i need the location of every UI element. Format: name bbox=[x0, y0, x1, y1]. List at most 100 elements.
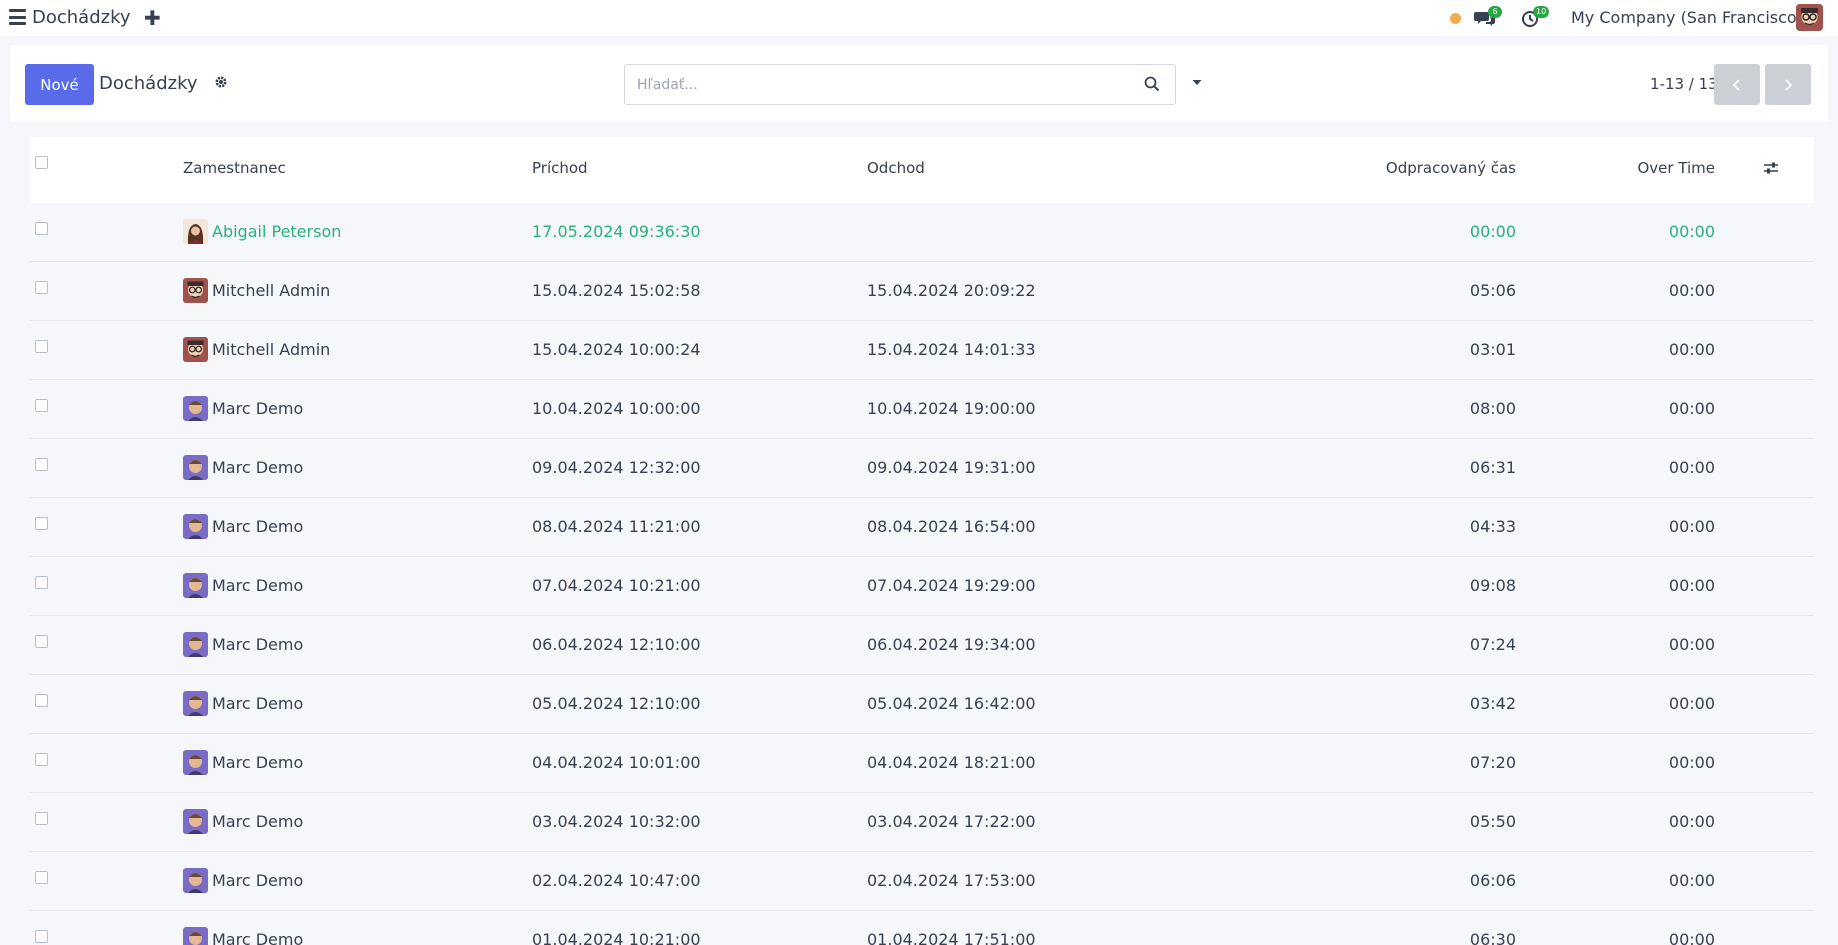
cell-worked-hours[interactable]: 07:20 bbox=[1470, 753, 1516, 772]
table-row[interactable]: Mitchell Admin 15.04.2024 15:02:58 15.04.2… bbox=[30, 262, 1814, 321]
header-worked-hours[interactable]: Odpracovaný čas bbox=[1386, 159, 1516, 177]
cell-check-out[interactable]: 01.04.2024 17:51:00 bbox=[867, 930, 1036, 945]
column-settings-icon[interactable] bbox=[1763, 160, 1779, 176]
cell-check-in[interactable]: 17.05.2024 09:36:30 bbox=[532, 222, 701, 241]
row-checkbox[interactable] bbox=[35, 281, 48, 294]
app-title[interactable]: Dochádzky bbox=[32, 7, 131, 28]
row-checkbox[interactable] bbox=[35, 340, 48, 353]
cell-employee[interactable]: Marc Demo bbox=[212, 812, 303, 831]
cell-worked-hours[interactable]: 08:00 bbox=[1470, 399, 1516, 418]
cell-worked-hours[interactable]: 03:01 bbox=[1470, 340, 1516, 359]
cell-check-out[interactable]: 09.04.2024 19:31:00 bbox=[867, 458, 1036, 477]
cell-check-in[interactable]: 05.04.2024 12:10:00 bbox=[532, 694, 701, 713]
cell-overtime[interactable]: 00:00 bbox=[1669, 930, 1715, 945]
cell-employee[interactable]: Abigail Peterson bbox=[212, 222, 341, 241]
table-row[interactable]: Marc Demo 06.04.2024 12:10:00 06.04.2024 1… bbox=[30, 616, 1814, 675]
cell-overtime[interactable]: 00:00 bbox=[1669, 222, 1715, 241]
table-row[interactable]: Marc Demo 09.04.2024 12:32:00 09.04.2024 1… bbox=[30, 439, 1814, 498]
table-row[interactable]: Marc Demo 04.04.2024 10:01:00 04.04.2024 1… bbox=[30, 734, 1814, 793]
table-row[interactable]: Marc Demo 07.04.2024 10:21:00 07.04.2024 1… bbox=[30, 557, 1814, 616]
cell-overtime[interactable]: 00:00 bbox=[1669, 694, 1715, 713]
cell-employee[interactable]: Marc Demo bbox=[212, 753, 303, 772]
cell-overtime[interactable]: 00:00 bbox=[1669, 812, 1715, 831]
new-button[interactable]: Nové bbox=[25, 64, 94, 105]
cell-employee[interactable]: Marc Demo bbox=[212, 635, 303, 654]
cell-employee[interactable]: Mitchell Admin bbox=[212, 281, 330, 300]
cell-overtime[interactable]: 00:00 bbox=[1669, 871, 1715, 890]
cell-overtime[interactable]: 00:00 bbox=[1669, 635, 1715, 654]
pager-next-button[interactable] bbox=[1765, 64, 1811, 105]
cell-check-out[interactable]: 07.04.2024 19:29:00 bbox=[867, 576, 1036, 595]
cell-employee[interactable]: Marc Demo bbox=[212, 871, 303, 890]
row-checkbox[interactable] bbox=[35, 812, 48, 825]
header-check-in[interactable]: Príchod bbox=[532, 159, 588, 177]
cell-worked-hours[interactable]: 04:33 bbox=[1470, 517, 1516, 536]
cell-check-out[interactable]: 15.04.2024 20:09:22 bbox=[867, 281, 1036, 300]
cell-employee[interactable]: Marc Demo bbox=[212, 399, 303, 418]
cell-check-out[interactable]: 03.04.2024 17:22:00 bbox=[867, 812, 1036, 831]
cell-overtime[interactable]: 00:00 bbox=[1669, 576, 1715, 595]
table-row[interactable]: Marc Demo 03.04.2024 10:32:00 03.04.2024 1… bbox=[30, 793, 1814, 852]
cell-check-in[interactable]: 08.04.2024 11:21:00 bbox=[532, 517, 701, 536]
cell-check-out[interactable]: 08.04.2024 16:54:00 bbox=[867, 517, 1036, 536]
table-row[interactable]: Mitchell Admin 15.04.2024 10:00:24 15.04.2… bbox=[30, 321, 1814, 380]
cell-check-in[interactable]: 02.04.2024 10:47:00 bbox=[532, 871, 701, 890]
cell-check-out[interactable]: 15.04.2024 14:01:33 bbox=[867, 340, 1036, 359]
cell-worked-hours[interactable]: 06:30 bbox=[1470, 930, 1516, 945]
cell-worked-hours[interactable]: 05:50 bbox=[1470, 812, 1516, 831]
search-input[interactable] bbox=[637, 74, 1117, 96]
header-employee[interactable]: Zamestnanec bbox=[183, 159, 286, 177]
row-checkbox[interactable] bbox=[35, 222, 48, 235]
cell-overtime[interactable]: 00:00 bbox=[1669, 399, 1715, 418]
row-checkbox[interactable] bbox=[35, 399, 48, 412]
table-row[interactable]: Marc Demo 08.04.2024 11:21:00 08.04.2024 1… bbox=[30, 498, 1814, 557]
table-row[interactable]: Abigail Peterson 17.05.2024 09:36:30 00:00… bbox=[30, 203, 1814, 262]
row-checkbox[interactable] bbox=[35, 871, 48, 884]
cell-check-in[interactable]: 15.04.2024 15:02:58 bbox=[532, 281, 701, 300]
cell-overtime[interactable]: 00:00 bbox=[1669, 753, 1715, 772]
cell-check-out[interactable]: 05.04.2024 16:42:00 bbox=[867, 694, 1036, 713]
row-checkbox[interactable] bbox=[35, 694, 48, 707]
row-checkbox[interactable] bbox=[35, 458, 48, 471]
cell-worked-hours[interactable]: 05:06 bbox=[1470, 281, 1516, 300]
cell-check-in[interactable]: 04.04.2024 10:01:00 bbox=[532, 753, 701, 772]
row-checkbox[interactable] bbox=[35, 930, 48, 943]
table-row[interactable]: Marc Demo 10.04.2024 10:00:00 10.04.2024 1… bbox=[30, 380, 1814, 439]
cell-overtime[interactable]: 00:00 bbox=[1669, 281, 1715, 300]
select-all-checkbox[interactable] bbox=[35, 156, 48, 169]
cell-worked-hours[interactable]: 06:06 bbox=[1470, 871, 1516, 890]
cell-check-out[interactable]: 06.04.2024 19:34:00 bbox=[867, 635, 1036, 654]
cell-check-out[interactable]: 02.04.2024 17:53:00 bbox=[867, 871, 1036, 890]
search-icon[interactable] bbox=[1143, 75, 1161, 93]
cell-employee[interactable]: Marc Demo bbox=[212, 576, 303, 595]
cell-overtime[interactable]: 00:00 bbox=[1669, 340, 1715, 359]
cell-check-in[interactable]: 01.04.2024 10:21:00 bbox=[532, 930, 701, 945]
cell-check-in[interactable]: 09.04.2024 12:32:00 bbox=[532, 458, 701, 477]
menu-icon[interactable] bbox=[9, 9, 26, 25]
row-checkbox[interactable] bbox=[35, 517, 48, 530]
caret-down-icon[interactable] bbox=[1190, 75, 1204, 89]
cell-employee[interactable]: Mitchell Admin bbox=[212, 340, 330, 359]
status-dot[interactable] bbox=[1450, 13, 1461, 24]
cell-worked-hours[interactable]: 00:00 bbox=[1470, 222, 1516, 241]
row-checkbox[interactable] bbox=[35, 635, 48, 648]
header-overtime[interactable]: Over Time bbox=[1637, 159, 1715, 177]
pager-value[interactable]: 1-13 / 13 bbox=[1650, 75, 1718, 93]
cell-check-out[interactable]: 04.04.2024 18:21:00 bbox=[867, 753, 1036, 772]
row-checkbox[interactable] bbox=[35, 576, 48, 589]
user-avatar[interactable] bbox=[1796, 4, 1823, 31]
cell-check-in[interactable]: 06.04.2024 12:10:00 bbox=[532, 635, 701, 654]
cell-check-in[interactable]: 15.04.2024 10:00:24 bbox=[532, 340, 701, 359]
cell-employee[interactable]: Marc Demo bbox=[212, 694, 303, 713]
table-row[interactable]: Marc Demo 01.04.2024 10:21:00 01.04.2024 1… bbox=[30, 911, 1814, 945]
cell-employee[interactable]: Marc Demo bbox=[212, 517, 303, 536]
cell-check-in[interactable]: 07.04.2024 10:21:00 bbox=[532, 576, 701, 595]
header-check-out[interactable]: Odchod bbox=[867, 159, 925, 177]
cell-worked-hours[interactable]: 06:31 bbox=[1470, 458, 1516, 477]
cell-worked-hours[interactable]: 07:24 bbox=[1470, 635, 1516, 654]
table-row[interactable]: Marc Demo 05.04.2024 12:10:00 05.04.2024 1… bbox=[30, 675, 1814, 734]
cell-employee[interactable]: Marc Demo bbox=[212, 458, 303, 477]
cell-employee[interactable]: Marc Demo bbox=[212, 930, 303, 945]
table-row[interactable]: Marc Demo 02.04.2024 10:47:00 02.04.2024 1… bbox=[30, 852, 1814, 911]
cell-overtime[interactable]: 00:00 bbox=[1669, 517, 1715, 536]
